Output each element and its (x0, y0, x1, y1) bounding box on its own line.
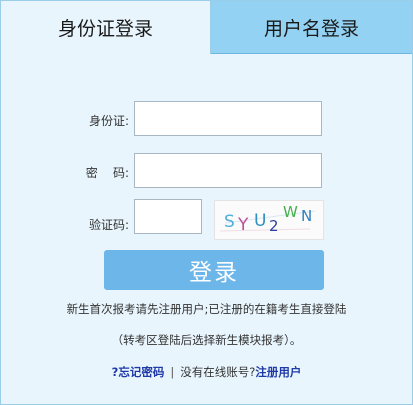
captcha-input[interactable] (134, 199, 202, 234)
svg-text:Y: Y (237, 215, 249, 235)
id-card-input[interactable] (134, 101, 322, 136)
captcha-label: 验证码: (88, 218, 129, 232)
svg-text:2: 2 (269, 217, 279, 235)
tab-id-card-login[interactable]: 身份证登录 (1, 1, 211, 54)
id-card-label: 身份证: (88, 114, 129, 128)
forgot-password-link[interactable]: ?忘记密码 (112, 365, 165, 379)
svg-text:W: W (283, 203, 298, 221)
svg-text:N: N (301, 207, 312, 225)
bottom-links: ?忘记密码 | 没有在线账号?注册用户 (1, 364, 412, 380)
captcha-glyphs: S Y U 2 W N (219, 203, 316, 235)
notice-line-1: 新生首次报考请先注册用户;已注册的在籍考生直接登陆 (66, 302, 347, 316)
captcha-image[interactable]: S Y U 2 W N (214, 200, 324, 240)
no-account-text: 没有在线账号? (180, 365, 256, 379)
password-input[interactable] (134, 153, 322, 188)
svg-text:S: S (224, 212, 235, 232)
tab-username-login[interactable]: 用户名登录 (211, 1, 412, 54)
link-separator: | (170, 365, 175, 379)
notice-line-2: （转考区登陆后选择新生模块报考）。 (111, 333, 302, 347)
login-tabs: 身份证登录 用户名登录 (1, 1, 412, 54)
login-button[interactable]: 登录 (104, 250, 324, 290)
svg-text:U: U (254, 211, 266, 231)
password-label: 密 码: (85, 166, 129, 180)
login-panel: 身份证登录 用户名登录 身份证: 密 码: 验证码: S Y U 2 W N 登… (0, 0, 413, 405)
register-link[interactable]: 注册用户 (255, 365, 301, 379)
